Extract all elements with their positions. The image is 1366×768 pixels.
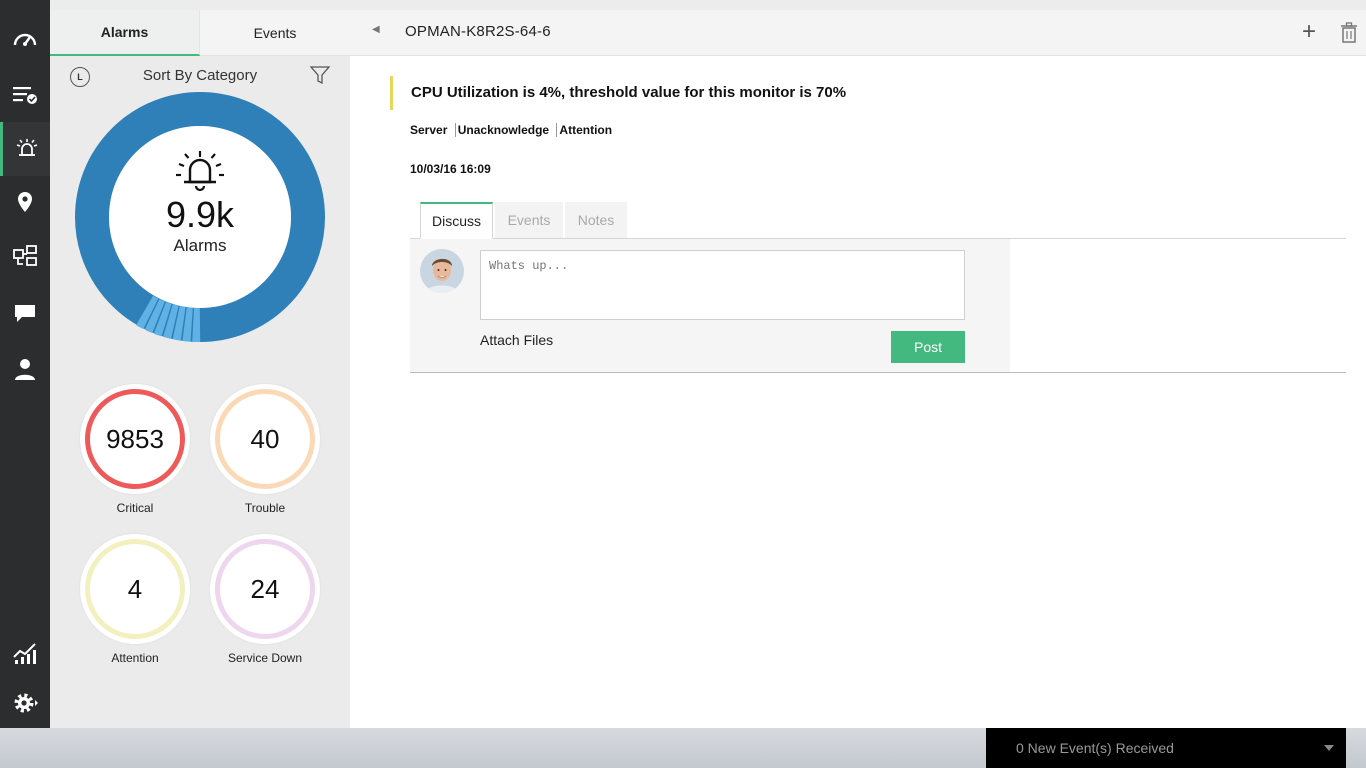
tag-category: Server bbox=[410, 123, 448, 137]
add-icon[interactable]: + bbox=[1302, 18, 1316, 46]
tab-discuss[interactable]: Discuss bbox=[420, 202, 493, 239]
stat-service-down[interactable]: 24 Service Down bbox=[210, 534, 320, 665]
tab-detail-events[interactable]: Events bbox=[495, 202, 563, 238]
alarm-bell-icon bbox=[176, 151, 224, 192]
stat-critical[interactable]: 9853 Critical bbox=[80, 384, 190, 515]
nav-rail bbox=[0, 0, 50, 728]
top-edge bbox=[50, 0, 1366, 10]
discuss-bottom-divider bbox=[410, 372, 1346, 373]
speedometer-icon bbox=[13, 33, 37, 46]
list-check-icon bbox=[13, 87, 37, 104]
rail-maps[interactable] bbox=[0, 176, 50, 230]
new-events-bar[interactable]: 0 New Event(s) Received bbox=[986, 728, 1346, 768]
tab-events[interactable]: Events bbox=[200, 10, 350, 56]
growth-chart-icon bbox=[13, 643, 36, 664]
trouble-count: 40 bbox=[250, 423, 280, 454]
top-bar: Alarms Events ◀ OPMAN-K8R2S-64-6 + bbox=[50, 10, 1366, 56]
tag-ack-status: Unacknowledge bbox=[454, 123, 549, 137]
trouble-label: Trouble bbox=[244, 501, 286, 515]
trash-icon[interactable] bbox=[1340, 22, 1358, 44]
total-alarms-value: 9.9k bbox=[165, 194, 235, 235]
stat-attention[interactable]: 4 Attention bbox=[80, 534, 190, 665]
rail-inventory[interactable] bbox=[0, 68, 50, 122]
critical-count: 9853 bbox=[106, 423, 164, 454]
attention-label: Attention bbox=[111, 651, 159, 665]
chat-bubble-icon bbox=[15, 305, 35, 322]
critical-label: Critical bbox=[116, 501, 154, 515]
rail-settings[interactable] bbox=[0, 676, 50, 730]
service-down-count: 24 bbox=[250, 573, 280, 604]
alarm-tags: Server Unacknowledge Attention bbox=[410, 123, 612, 137]
tag-severity: Attention bbox=[556, 123, 612, 137]
alarm-timestamp: 10/03/16 16:09 bbox=[410, 162, 491, 176]
location-pin-icon bbox=[18, 192, 32, 212]
comment-input[interactable] bbox=[480, 250, 965, 320]
post-button[interactable]: Post bbox=[891, 331, 965, 363]
collapse-panel-icon[interactable]: ◀ bbox=[372, 24, 380, 35]
device-title: OPMAN-K8R2S-64-6 bbox=[405, 23, 551, 40]
rail-alarms[interactable] bbox=[0, 122, 50, 176]
workflow-icon bbox=[13, 245, 37, 266]
tab-alarms[interactable]: Alarms bbox=[50, 10, 200, 56]
new-events-text: 0 New Event(s) Received bbox=[1016, 740, 1174, 756]
alarm-message: CPU Utilization is 4%, threshold value f… bbox=[390, 76, 846, 110]
discuss-panel: Attach Files Post bbox=[410, 239, 1010, 372]
attention-count: 4 bbox=[127, 573, 143, 604]
alarm-bell-icon bbox=[16, 139, 37, 156]
rail-chat[interactable] bbox=[0, 286, 50, 340]
stat-trouble[interactable]: 40 Trouble bbox=[210, 384, 320, 515]
service-down-label: Service Down bbox=[227, 651, 303, 665]
chevron-down-icon[interactable] bbox=[1324, 745, 1334, 751]
alarm-detail: CPU Utilization is 4%, threshold value f… bbox=[350, 56, 1366, 728]
rail-reports[interactable] bbox=[0, 626, 50, 680]
sort-by-label[interactable]: Sort By Category bbox=[50, 67, 350, 84]
total-alarms-label: Alarms bbox=[173, 236, 227, 255]
alarm-summary-panel: L Sort By Category 9.9k Alarms 9853 Crit… bbox=[50, 56, 350, 728]
user-icon bbox=[15, 359, 35, 380]
avatar bbox=[420, 249, 464, 293]
filter-icon[interactable] bbox=[310, 65, 330, 85]
donut-center: 9.9k Alarms bbox=[110, 108, 290, 288]
tab-notes[interactable]: Notes bbox=[565, 202, 627, 238]
rail-dashboard[interactable] bbox=[0, 12, 50, 66]
attach-files-link[interactable]: Attach Files bbox=[480, 332, 553, 348]
gear-icon bbox=[14, 693, 38, 713]
rail-user[interactable] bbox=[0, 342, 50, 396]
user-avatar-icon bbox=[420, 249, 464, 293]
rail-workflow[interactable] bbox=[0, 230, 50, 284]
